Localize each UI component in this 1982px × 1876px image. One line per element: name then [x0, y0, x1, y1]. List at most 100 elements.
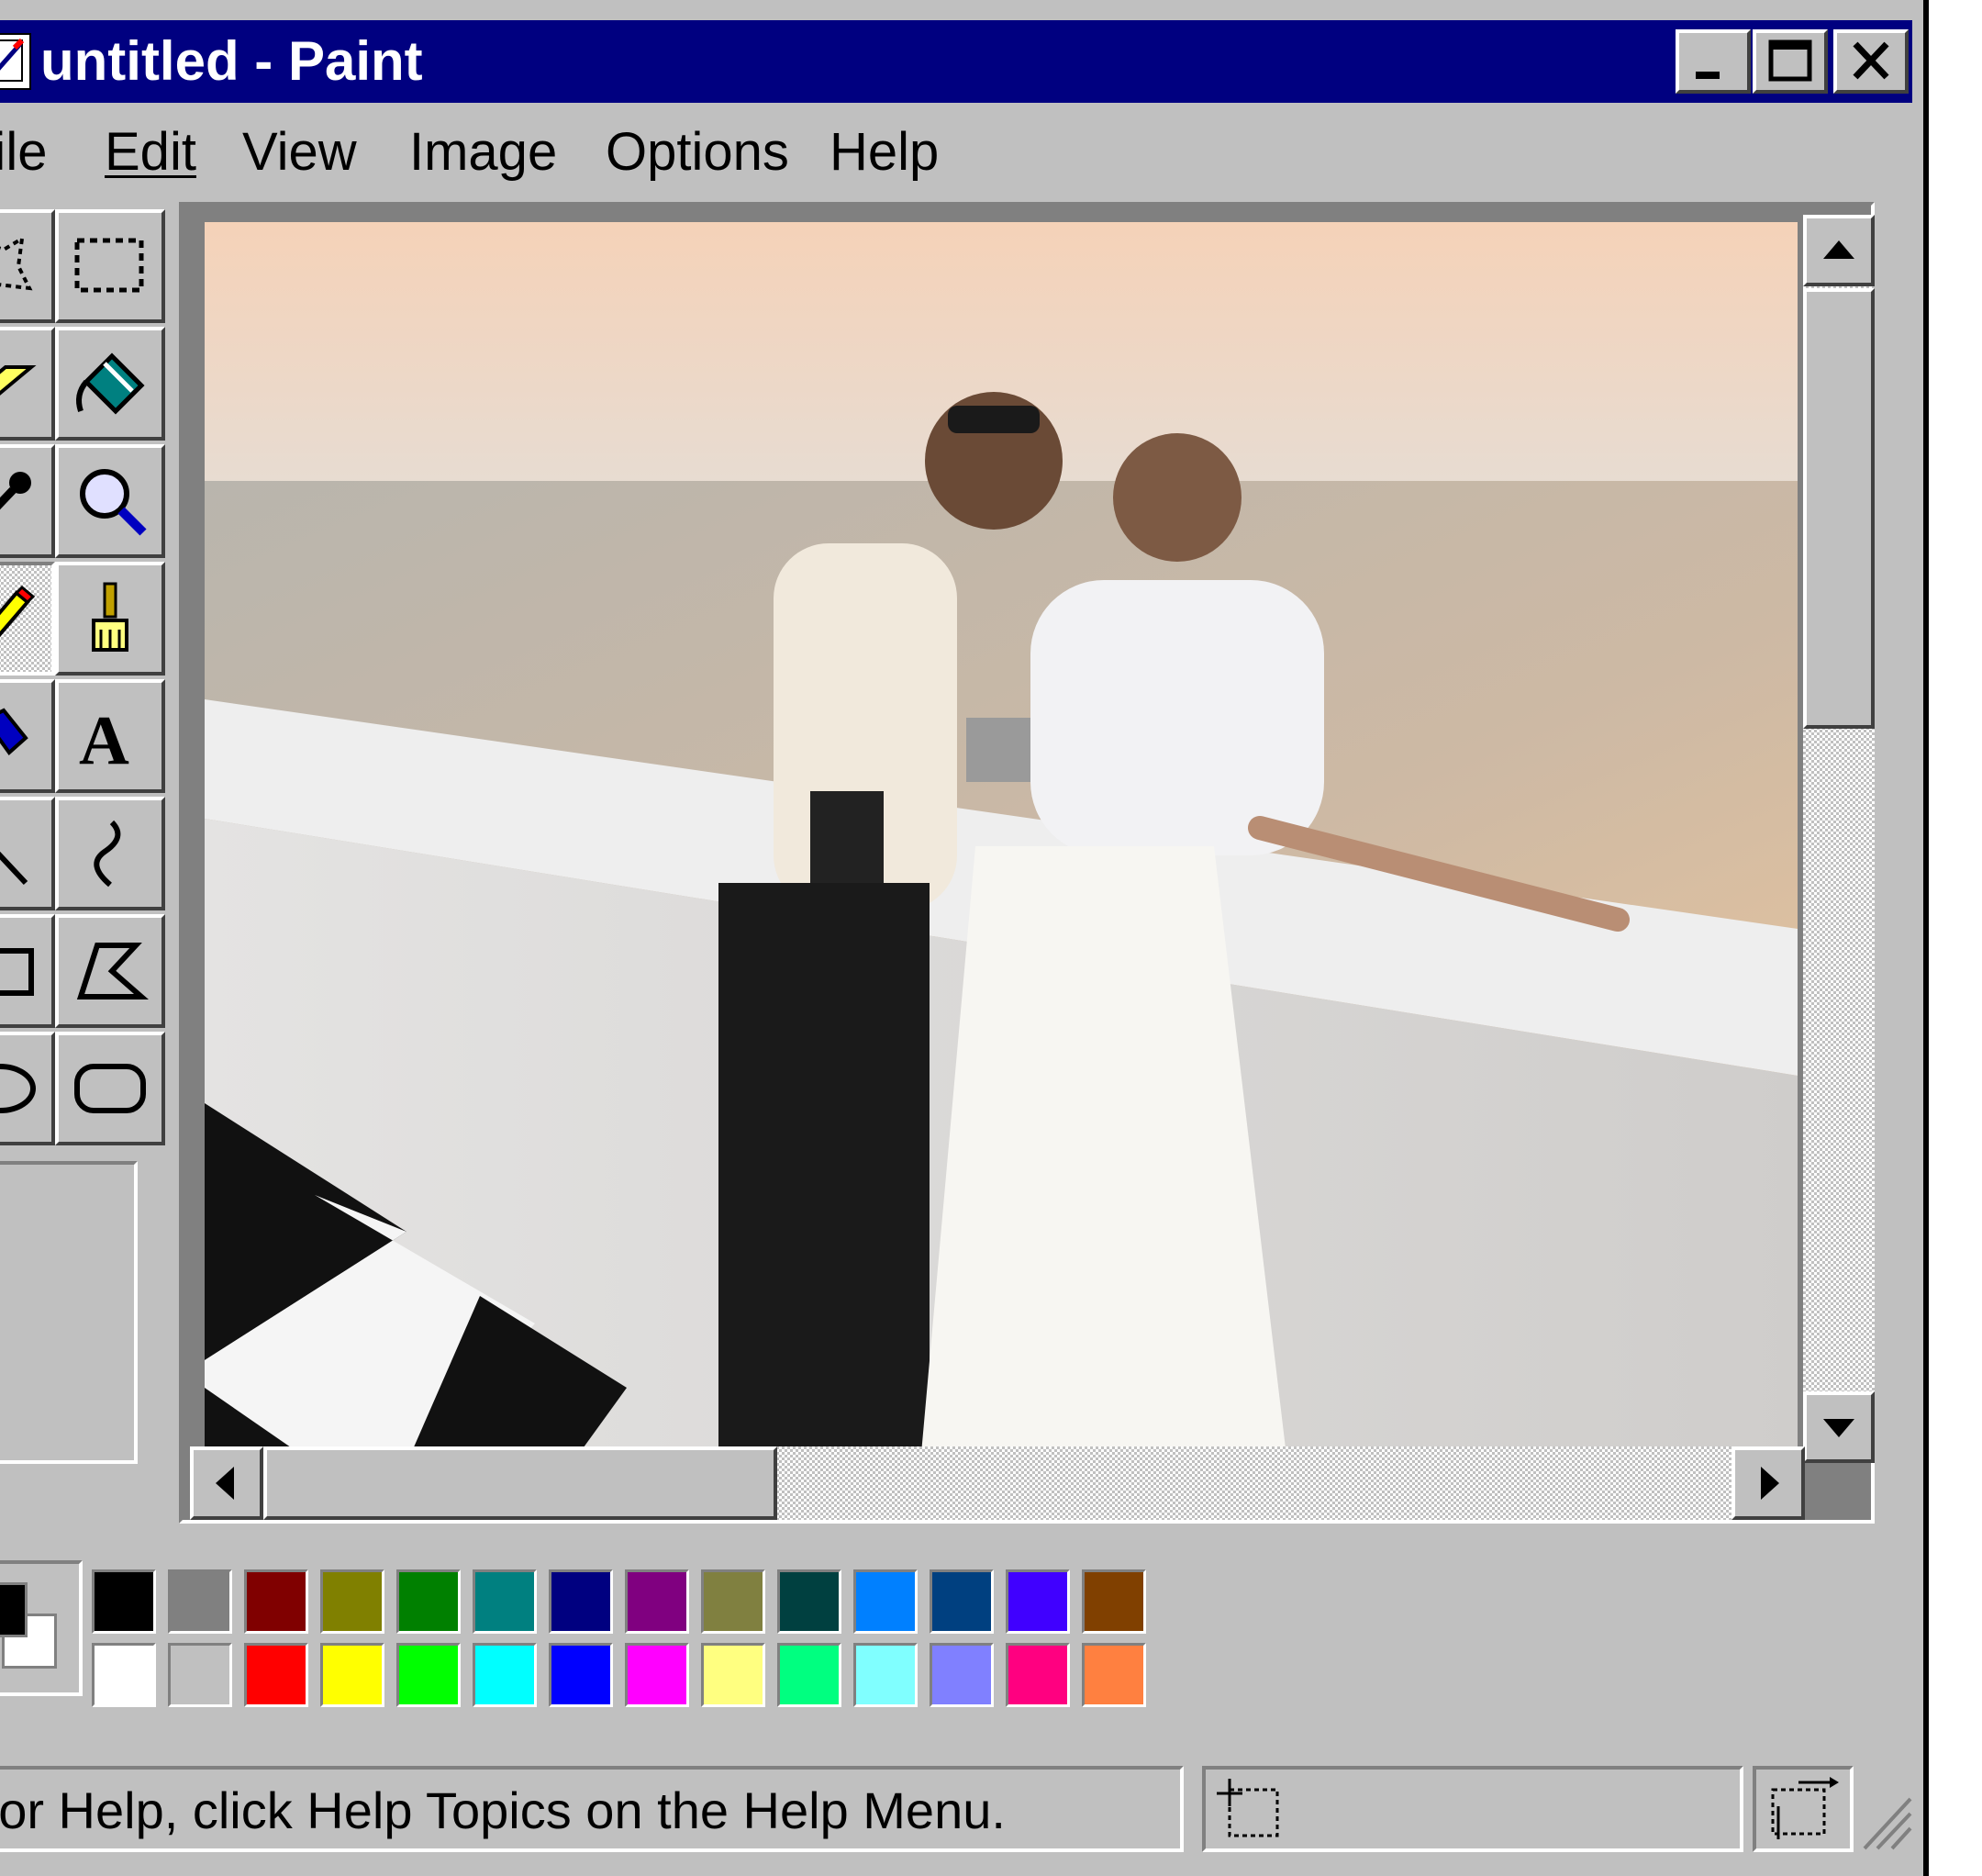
up-arrow-icon	[1823, 240, 1854, 259]
maximize-button[interactable]	[1753, 29, 1828, 94]
palette-swatch[interactable]	[1082, 1569, 1146, 1634]
palette-swatch[interactable]	[930, 1643, 994, 1707]
tool-rectangle[interactable]	[0, 914, 55, 1028]
palette-swatch[interactable]	[396, 1643, 461, 1707]
palette-swatch[interactable]	[701, 1643, 765, 1707]
palette-swatch[interactable]	[320, 1643, 384, 1707]
palette-swatch[interactable]	[320, 1569, 384, 1634]
tool-text[interactable]: A	[55, 679, 165, 793]
maximize-icon	[1768, 39, 1812, 82]
horizontal-scrollbar[interactable]	[190, 1446, 1805, 1520]
menu-options-label: Options	[606, 122, 789, 182]
palette-swatch[interactable]	[930, 1569, 994, 1634]
tool-free-form-select[interactable]	[0, 209, 55, 323]
curve-icon	[94, 820, 121, 888]
palette-swatch[interactable]	[92, 1569, 156, 1634]
vertical-scroll-thumb[interactable]	[1803, 288, 1875, 729]
palette-swatch[interactable]	[853, 1643, 918, 1707]
minimize-icon	[1696, 72, 1720, 79]
menu-view-label: View	[242, 122, 357, 182]
palette-swatch[interactable]	[244, 1569, 308, 1634]
palette-swatch[interactable]	[625, 1569, 689, 1634]
menu-options[interactable]: Options	[606, 116, 789, 189]
foreground-color-swatch[interactable]	[0, 1582, 28, 1637]
palette-swatch[interactable]	[701, 1569, 765, 1634]
ellipse-icon	[0, 1064, 36, 1113]
tool-rect-select[interactable]	[55, 209, 165, 323]
menu-edit-label: Edit	[105, 122, 196, 182]
close-icon	[1853, 41, 1889, 80]
paint-bucket-icon	[76, 352, 145, 415]
palette-swatch[interactable]	[777, 1569, 841, 1634]
free-form-select-icon	[0, 235, 33, 291]
line-icon	[0, 851, 28, 886]
text-icon: A	[79, 702, 129, 779]
airbrush-icon	[0, 708, 28, 755]
canvas-area	[179, 202, 1875, 1524]
menu-help-label: Help	[830, 122, 940, 182]
svg-text:A: A	[79, 702, 129, 779]
tool-brush[interactable]	[55, 562, 165, 676]
tool-ellipse[interactable]	[0, 1032, 55, 1145]
selection-size-icon	[1771, 1777, 1839, 1839]
close-button[interactable]	[1833, 29, 1909, 94]
palette-swatch[interactable]	[92, 1643, 156, 1707]
tool-polygon[interactable]	[55, 914, 165, 1028]
palette-swatch[interactable]	[473, 1569, 537, 1634]
palette-swatch[interactable]	[396, 1569, 461, 1634]
tool-rounded-rectangle[interactable]	[55, 1032, 165, 1145]
palette-swatch[interactable]	[625, 1643, 689, 1707]
scroll-down-button[interactable]	[1803, 1391, 1875, 1463]
title-bar[interactable]: untitled - Paint	[0, 20, 1912, 103]
left-arrow-icon	[216, 1467, 234, 1500]
menu-image[interactable]: Image	[409, 116, 557, 189]
palette-swatch[interactable]	[777, 1643, 841, 1707]
status-selection-size	[1753, 1766, 1854, 1852]
palette-swatch[interactable]	[853, 1569, 918, 1634]
brush-icon	[92, 582, 128, 652]
down-arrow-icon	[1823, 1419, 1854, 1437]
tool-options-box[interactable]	[0, 1161, 138, 1464]
window-title: untitled - Paint	[40, 30, 423, 92]
menu-edit[interactable]: Edit	[105, 116, 196, 189]
tool-pencil[interactable]	[0, 562, 55, 676]
current-colors[interactable]	[0, 1560, 83, 1696]
paint-app-icon[interactable]	[0, 33, 31, 90]
tool-line[interactable]	[0, 797, 55, 910]
horizontal-scroll-thumb[interactable]	[263, 1446, 777, 1520]
tool-fill-with-color[interactable]	[55, 327, 165, 441]
menu-file-label: File	[0, 122, 48, 182]
menu-file[interactable]: File	[0, 116, 47, 189]
tool-eraser[interactable]	[0, 327, 55, 441]
tool-pick-color[interactable]	[0, 444, 55, 558]
tool-magnifier[interactable]	[55, 444, 165, 558]
palette-swatch[interactable]	[549, 1569, 613, 1634]
status-help-text: For Help, click Help Topics on the Help …	[0, 1766, 1184, 1852]
palette-swatch[interactable]	[473, 1643, 537, 1707]
palette-swatch[interactable]	[244, 1643, 308, 1707]
palette-swatch[interactable]	[1006, 1643, 1070, 1707]
magnifier-icon	[80, 469, 147, 536]
tool-box: A	[0, 202, 165, 1145]
tool-airbrush[interactable]	[0, 679, 55, 793]
scroll-up-button[interactable]	[1803, 215, 1875, 286]
vertical-scrollbar[interactable]	[1803, 215, 1875, 1463]
palette-swatch[interactable]	[1082, 1643, 1146, 1707]
palette-swatch[interactable]	[1006, 1569, 1070, 1634]
size-grip-icon[interactable]	[1857, 1790, 1912, 1854]
pencil-icon	[0, 585, 36, 638]
menu-view[interactable]: View	[242, 116, 357, 189]
palette-swatch[interactable]	[168, 1569, 232, 1634]
scroll-left-button[interactable]	[190, 1446, 263, 1520]
minimize-button[interactable]	[1676, 29, 1751, 94]
status-bar: For Help, click Help Topics on the Help …	[0, 1753, 1912, 1863]
tool-curve[interactable]	[55, 797, 165, 910]
palette-swatch[interactable]	[549, 1643, 613, 1707]
paint-window: untitled - Paint File Edit View Image Op…	[0, 0, 1929, 1876]
scroll-right-button[interactable]	[1731, 1446, 1805, 1520]
status-cursor-position	[1202, 1766, 1743, 1852]
menu-help[interactable]: Help	[830, 116, 939, 189]
canvas-image[interactable]	[205, 222, 1798, 1464]
menu-bar: File Edit View Image Options Help	[0, 110, 1912, 193]
palette-swatch[interactable]	[168, 1643, 232, 1707]
